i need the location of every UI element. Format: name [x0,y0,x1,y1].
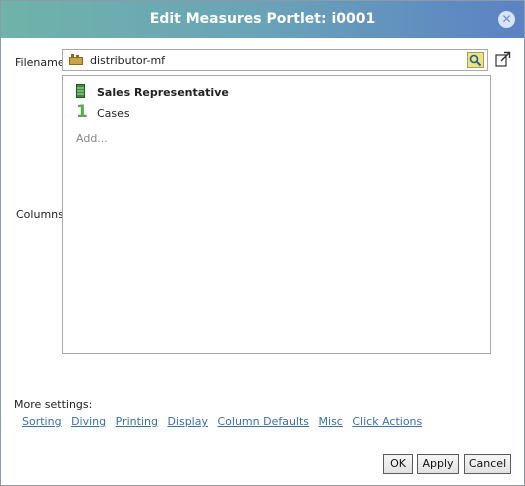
browse-icon[interactable] [467,52,484,68]
filename-value: distributor-mf [90,54,166,67]
measure-number-icon: 1 [76,102,88,122]
link-diving[interactable]: Diving [71,415,106,428]
link-sorting[interactable]: Sorting [22,415,62,428]
link-printing[interactable]: Printing [116,415,158,428]
columns-label: Columns: [16,208,68,221]
cube-file-icon [69,54,83,65]
more-settings-label: More settings: [14,398,93,411]
link-click-actions[interactable]: Click Actions [352,415,422,428]
link-column-defaults[interactable]: Column Defaults [217,415,309,428]
cancel-button[interactable]: Cancel [464,454,511,474]
dimension-icon [76,84,85,98]
dialog-titlebar[interactable]: Edit Measures Portlet: i0001 ✕ [1,1,524,38]
edit-measures-dialog: Edit Measures Portlet: i0001 ✕ Filename:… [0,0,525,486]
columns-list[interactable]: Sales Representative 1 Cases Add... [62,75,491,354]
settings-links: Sorting Diving Printing Display Column D… [22,415,428,428]
link-misc[interactable]: Misc [319,415,343,428]
ok-button[interactable]: OK [383,454,413,474]
filename-field[interactable]: distributor-mf [62,49,488,71]
dialog-title: Edit Measures Portlet: i0001 [149,11,376,27]
apply-button[interactable]: Apply [417,454,459,474]
column-label: Sales Representative [97,86,229,99]
close-icon[interactable]: ✕ [498,11,515,28]
filename-label: Filename: [15,56,69,69]
open-external-icon[interactable] [495,51,511,67]
column-label: Cases [97,107,130,120]
link-display[interactable]: Display [167,415,208,428]
add-column-link[interactable]: Add... [76,132,108,145]
